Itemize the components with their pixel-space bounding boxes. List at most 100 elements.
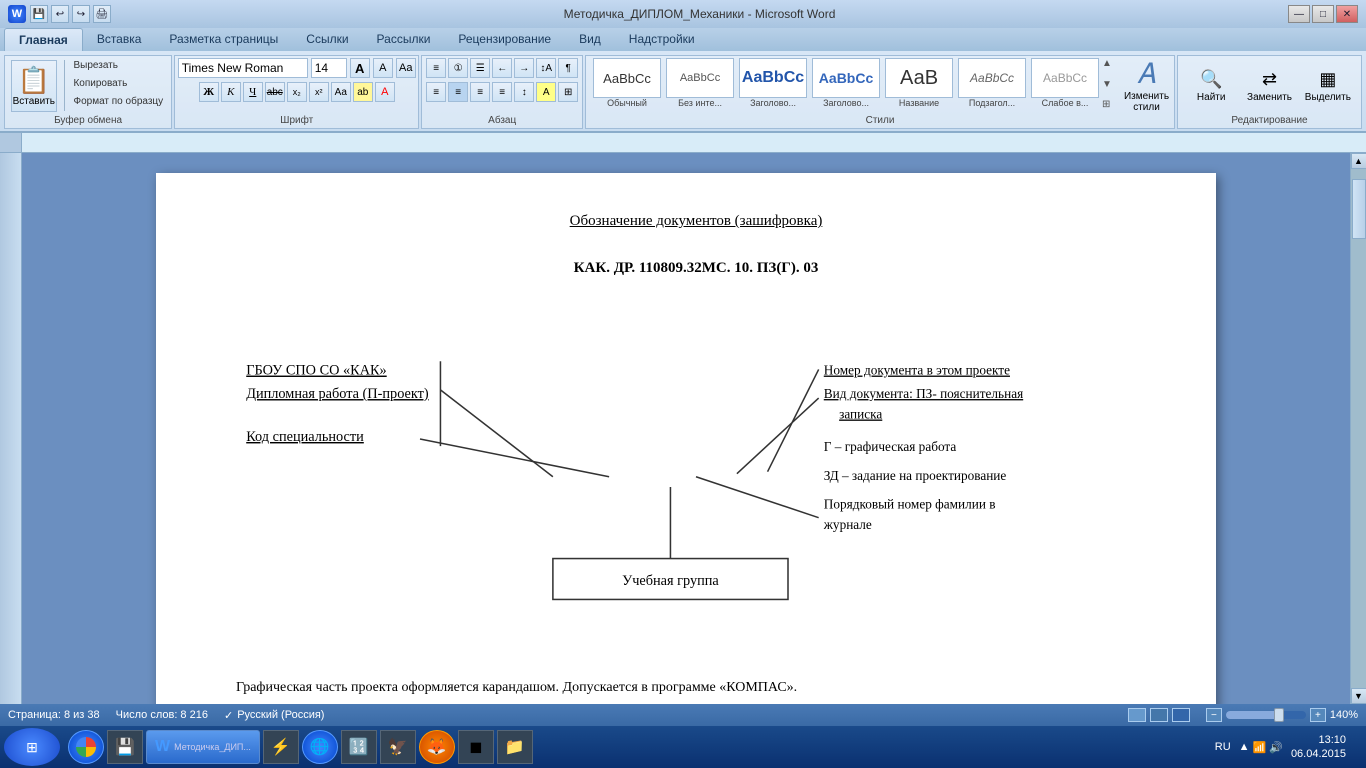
underline-btn[interactable]: Ч [243,82,263,102]
tab-page-layout[interactable]: Разметка страницы [155,28,292,51]
globe-taskbar-btn[interactable]: 🌐 [302,730,338,764]
minimize-btn[interactable]: — [1288,5,1310,23]
shading-btn[interactable]: A [536,82,556,102]
scroll-down-btn[interactable]: ▼ [1351,688,1366,704]
font-size-input[interactable] [311,58,347,78]
subscript-btn[interactable]: x₂ [287,82,307,102]
zoom-thumb[interactable] [1274,708,1284,722]
style-nobounds-label: Без инте... [678,98,722,108]
style-nobounds[interactable]: AaBbCс Без инте... [665,58,735,108]
styles-scroll[interactable]: ▲ ▼ ⊞ [1102,58,1112,110]
tray-up-arrow[interactable]: ▲ [1239,741,1250,753]
decrease-indent-btn[interactable]: ← [492,58,512,78]
doc-area[interactable]: Обозначение документов (зашифровка) КАК.… [22,153,1350,704]
num-list-btn[interactable]: ① [448,58,468,78]
tab-mailings[interactable]: Рассылки [363,28,445,51]
chrome-icon[interactable] [68,730,104,764]
zoom-controls[interactable]: − + 140% [1206,708,1358,722]
color-btn[interactable]: А [375,82,395,102]
zoom-slider[interactable] [1226,711,1306,719]
increase-indent-btn[interactable]: → [514,58,534,78]
view-web-btn[interactable] [1172,708,1190,722]
main-area: Обозначение документов (зашифровка) КАК.… [0,153,1366,704]
style-h2-label: Заголово... [823,98,869,108]
find-btn[interactable]: 🔍 Найти [1184,60,1238,112]
show-marks-btn[interactable]: ¶ [558,58,578,78]
scroll-thumb[interactable] [1352,179,1366,239]
grow-font-btn[interactable]: A [350,58,370,78]
start-button[interactable]: ⊞ [4,728,60,766]
tab-references[interactable]: Ссылки [292,28,362,51]
italic-btn[interactable]: К [221,82,241,102]
tab-insert[interactable]: Вставка [83,28,156,51]
quick-access-toolbar[interactable]: 💾 ↩ ↪ 🖨 [30,5,111,23]
line-spacing-btn[interactable]: ↕ [514,82,534,102]
style-weak[interactable]: AaBbCс Слабое в... [1030,58,1100,108]
scroll-track[interactable] [1351,169,1366,688]
bold-btn[interactable]: Ж [199,82,219,102]
view-buttons[interactable] [1128,708,1190,722]
style-h1[interactable]: AaBbCс Заголово... [738,58,808,108]
style-title[interactable]: АаВ Название [884,58,954,108]
align-right-btn[interactable]: ≡ [470,82,490,102]
save-taskbar-btn[interactable]: 💾 [107,730,143,764]
cut-button[interactable]: Вырезать [71,60,165,76]
scroll-up-arrow[interactable]: ▲ [1102,58,1112,69]
change-styles-btn[interactable]: 𝐴 Изменить стили [1124,58,1169,113]
shrink-font-btn[interactable]: A [373,58,393,78]
word-taskbar-btn[interactable]: W Методичка_ДИП... [146,730,260,764]
align-center-btn[interactable]: ≡ [448,82,468,102]
view-fullscreen-btn[interactable] [1150,708,1168,722]
calc-taskbar-btn[interactable]: 🔢 [341,730,377,764]
style-items: AaBbCс Обычный AaBbCс Без инте... AaBbCс… [592,58,1100,108]
scroll-down-arrow[interactable]: ▼ [1102,79,1112,90]
highlight-btn[interactable]: ab [353,82,373,102]
font-name-input[interactable] [178,58,308,78]
firefox-taskbar-btn[interactable]: 🦊 [419,730,455,764]
paste-button[interactable]: 📋 Вставить [11,60,57,112]
tab-view[interactable]: Вид [565,28,615,51]
style-subtitle[interactable]: AaBbCс Подзагол... [957,58,1027,108]
tab-addins[interactable]: Надстройки [615,28,709,51]
style-normal[interactable]: AaBbCс Обычный [592,58,662,108]
case-btn[interactable]: Аа [331,82,351,102]
superscript-btn[interactable]: x² [309,82,329,102]
sort-btn[interactable]: ↕A [536,58,556,78]
ruler-corner [0,133,22,152]
list-btn[interactable]: ≡ [426,58,446,78]
justify-btn[interactable]: ≡ [492,82,512,102]
ruler-svg: // ruler ticks drawn in SVG below [22,133,1366,152]
redo-qa-btn[interactable]: ↪ [72,5,90,23]
tab-review[interactable]: Рецензирование [444,28,565,51]
zoom-out-btn[interactable]: − [1206,708,1222,722]
copy-button[interactable]: Копировать [71,78,165,94]
style-h2[interactable]: AaBbCс Заголово... [811,58,881,108]
save-qa-btn[interactable]: 💾 [30,5,48,23]
zoom-in-btn[interactable]: + [1310,708,1326,722]
scroll-up-btn[interactable]: ▲ [1351,153,1366,169]
strikethrough-btn[interactable]: abc [265,82,285,102]
maximize-btn[interactable]: □ [1312,5,1334,23]
window-controls[interactable]: — □ ✕ [1288,5,1358,23]
horizontal-ruler: // ruler ticks drawn in SVG below [22,133,1366,152]
format-painter-button[interactable]: Формат по образцу [71,96,165,112]
red-taskbar-btn[interactable]: 🦅 [380,730,416,764]
right-scrollbar[interactable]: ▲ ▼ [1350,153,1366,704]
replace-btn[interactable]: ⇄ Заменить [1242,60,1296,112]
tab-home[interactable]: Главная [4,28,83,51]
align-left-btn[interactable]: ≡ [426,82,446,102]
close-btn[interactable]: ✕ [1336,5,1358,23]
scroll-more-arrow[interactable]: ⊞ [1102,99,1112,110]
print-qa-btn[interactable]: 🖨 [93,5,111,23]
borders-btn[interactable]: ⊞ [558,82,578,102]
clear-format-btn[interactable]: Aa [396,58,416,78]
box-text: Учебная группа [622,573,719,589]
select-btn[interactable]: ▦ Выделить [1301,60,1355,112]
undo-qa-btn[interactable]: ↩ [51,5,69,23]
view-print-btn[interactable] [1128,708,1146,722]
style-title-preview: АаВ [885,58,953,98]
multilevel-btn[interactable]: ☰ [470,58,490,78]
folder-taskbar-btn[interactable]: 📁 [497,730,533,764]
black-taskbar-btn[interactable]: ◼ [458,730,494,764]
flash-taskbar-btn[interactable]: ⚡ [263,730,299,764]
